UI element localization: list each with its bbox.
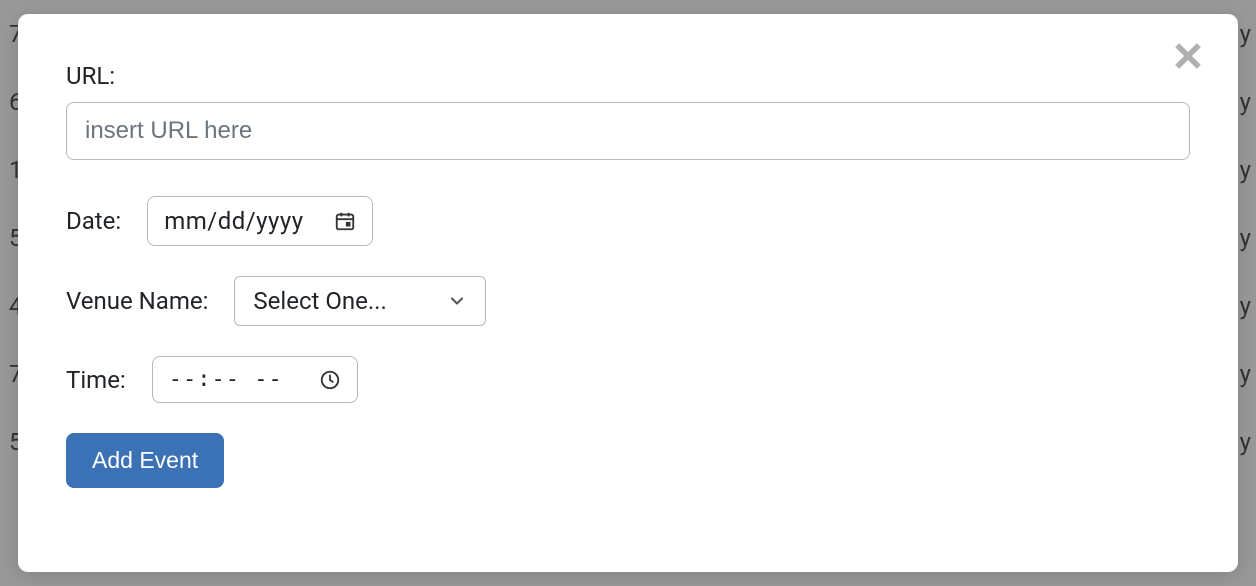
time-placeholder-text: --:-- -- xyxy=(169,367,283,392)
clock-icon xyxy=(319,369,341,391)
url-label: URL: xyxy=(66,62,1178,90)
time-label: Time: xyxy=(66,366,126,394)
venue-label: Venue Name: xyxy=(66,287,208,315)
url-field-group: URL: xyxy=(66,62,1190,160)
add-event-modal: URL: Date: mm/dd/yyyy Venue Name: Select… xyxy=(18,14,1238,572)
venue-selected-text: Select One... xyxy=(253,287,386,315)
close-button[interactable] xyxy=(1166,34,1210,78)
venue-field-group: Venue Name: Select One... xyxy=(66,276,1190,326)
venue-select[interactable]: Select One... xyxy=(234,276,485,326)
add-event-button[interactable]: Add Event xyxy=(66,433,224,488)
calendar-icon xyxy=(334,210,356,232)
date-field-group: Date: mm/dd/yyyy xyxy=(66,196,1190,246)
date-input[interactable]: mm/dd/yyyy xyxy=(147,196,372,246)
time-input[interactable]: --:-- -- xyxy=(152,356,358,403)
chevron-down-icon xyxy=(447,291,467,311)
url-input[interactable] xyxy=(66,102,1190,160)
date-placeholder-text: mm/dd/yyyy xyxy=(164,207,303,235)
date-label: Date: xyxy=(66,207,121,235)
time-field-group: Time: --:-- -- xyxy=(66,356,1190,403)
close-icon xyxy=(1169,37,1207,75)
